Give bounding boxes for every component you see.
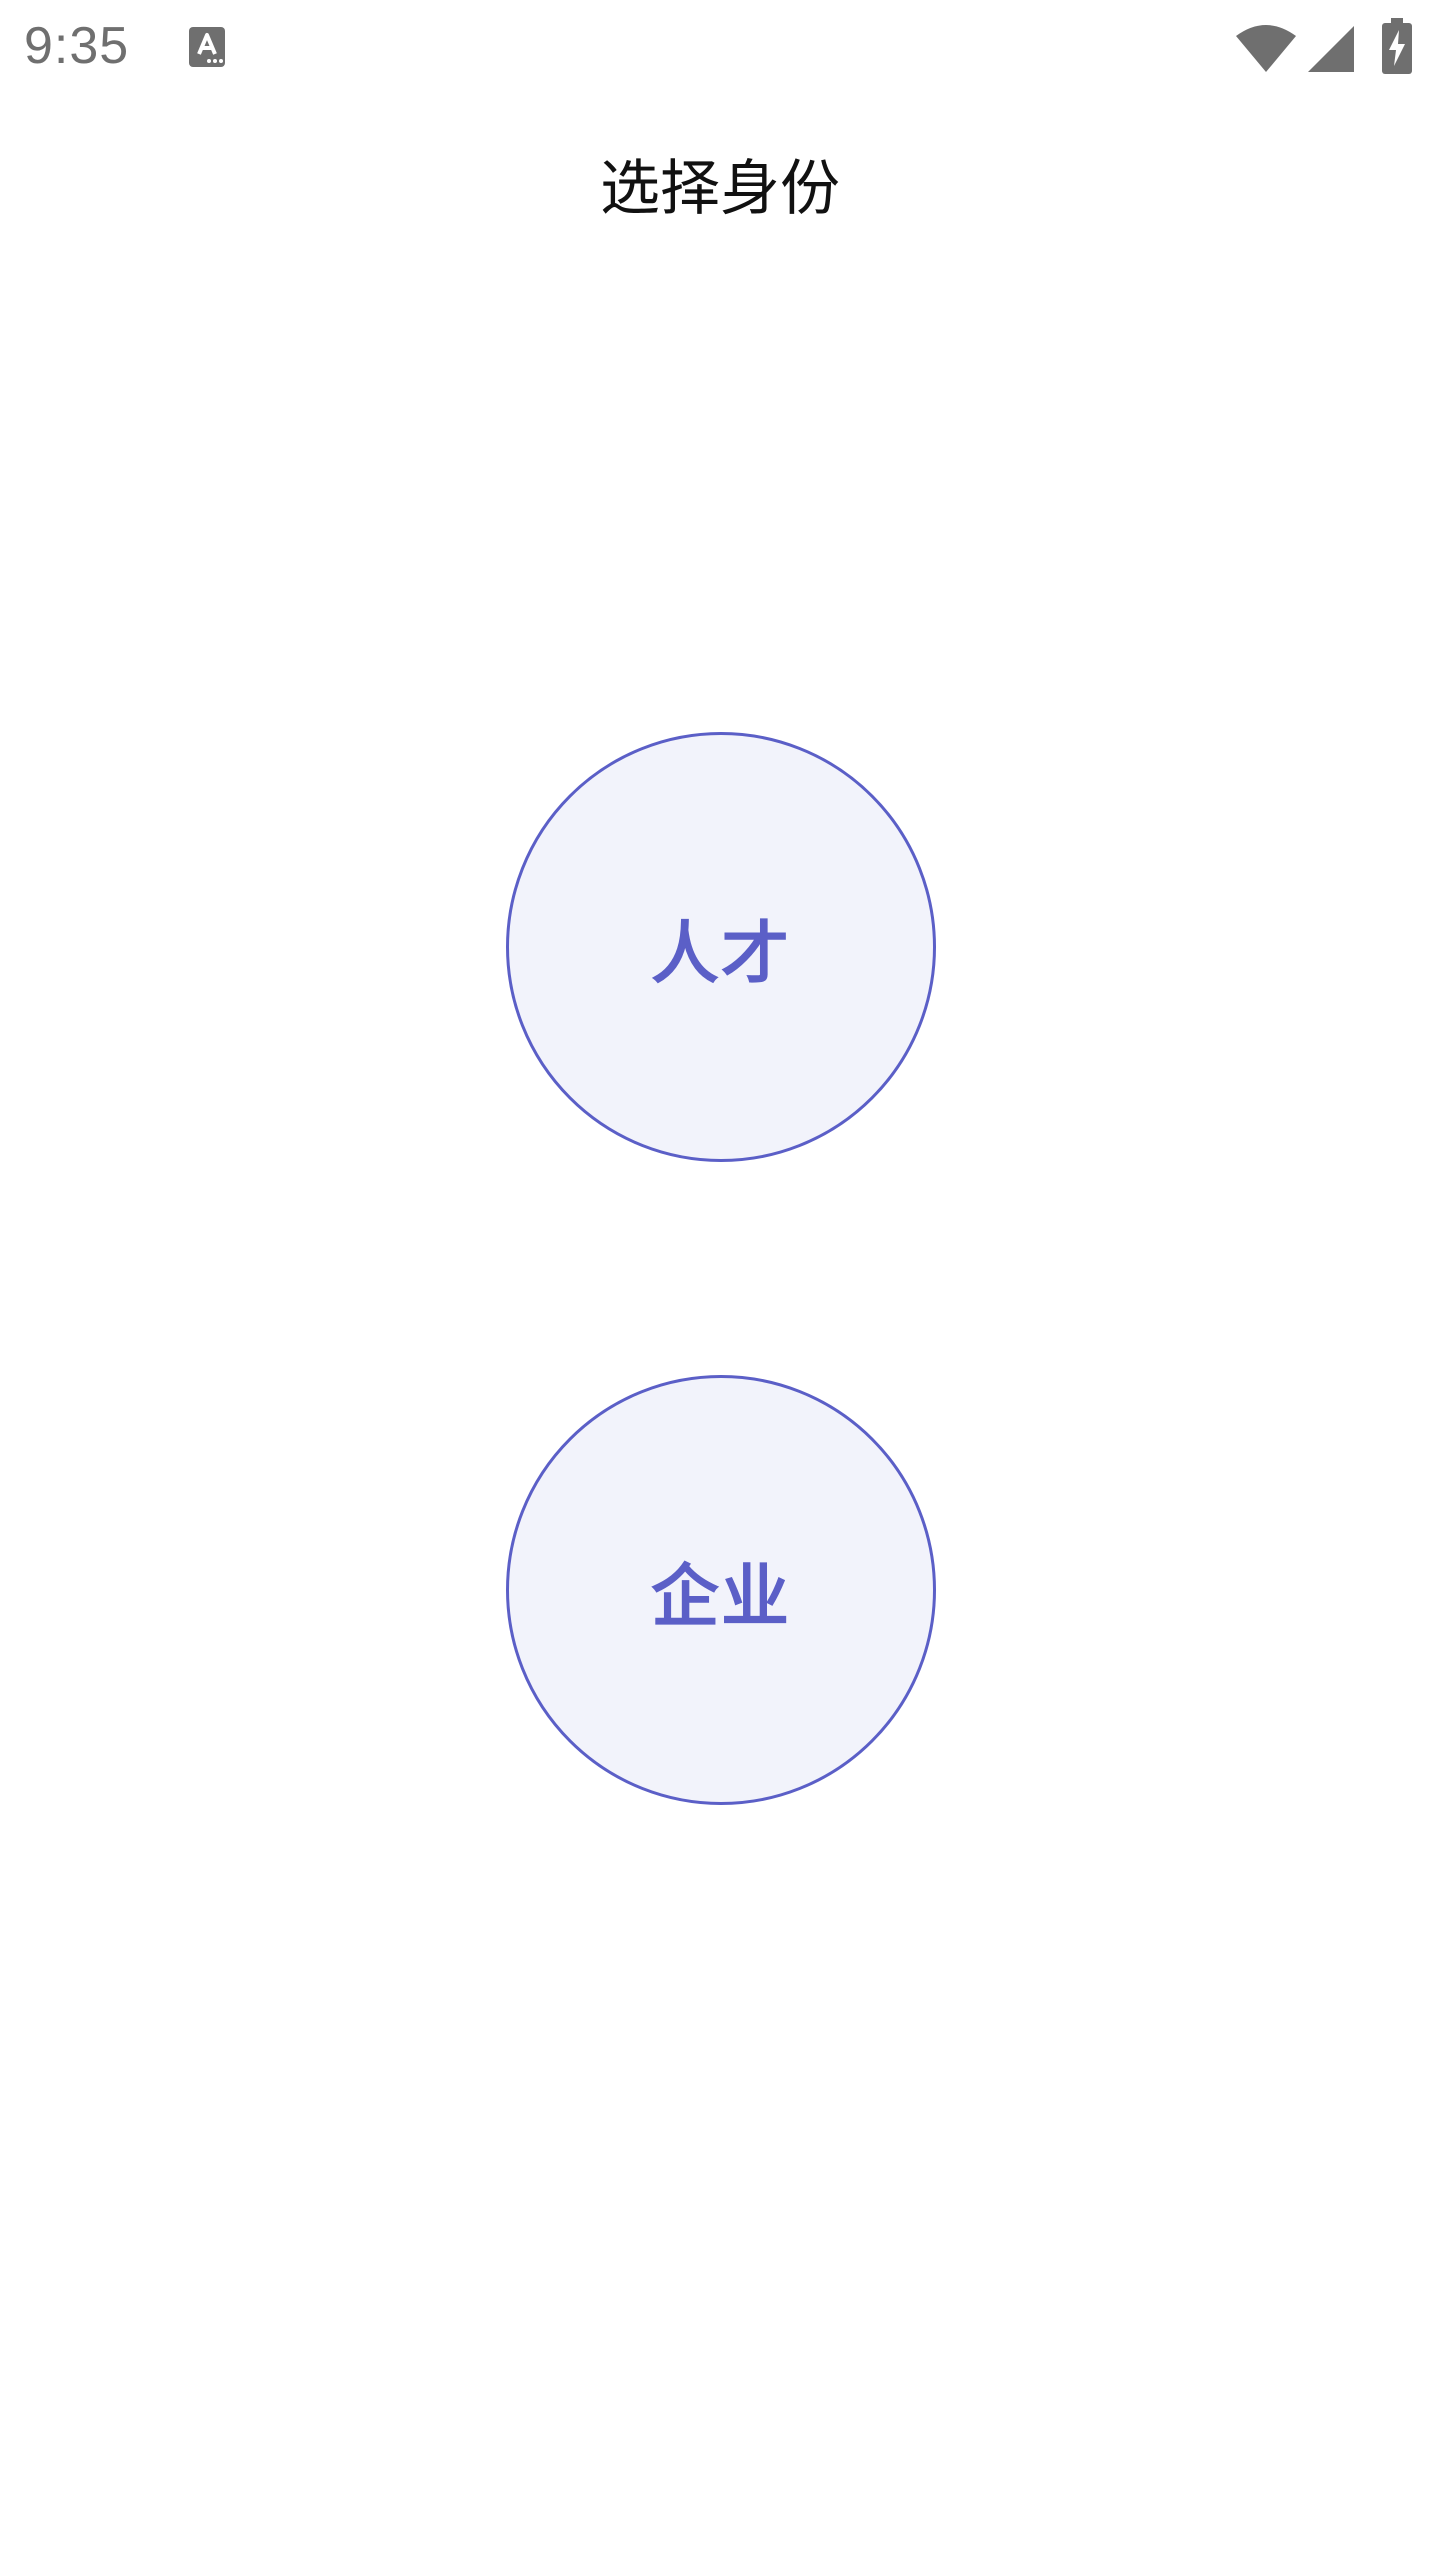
keyboard-icon — [188, 26, 226, 68]
enterprise-role-label: 企业 — [650, 1557, 791, 1637]
battery-charging-icon — [1380, 18, 1414, 76]
talent-role-button[interactable]: 人才 — [506, 732, 936, 1162]
identity-select-screen: 9:35 选择身份 人才 企业 — [0, 0, 1440, 2560]
talent-role-label: 人才 — [650, 914, 791, 994]
wifi-icon — [1234, 22, 1298, 74]
status-bar: 9:35 — [0, 0, 1440, 100]
enterprise-role-button[interactable]: 企业 — [506, 1375, 936, 1805]
status-time: 9:35 — [24, 17, 130, 75]
signal-icon — [1306, 24, 1356, 74]
page-title: 选择身份 — [600, 154, 840, 224]
